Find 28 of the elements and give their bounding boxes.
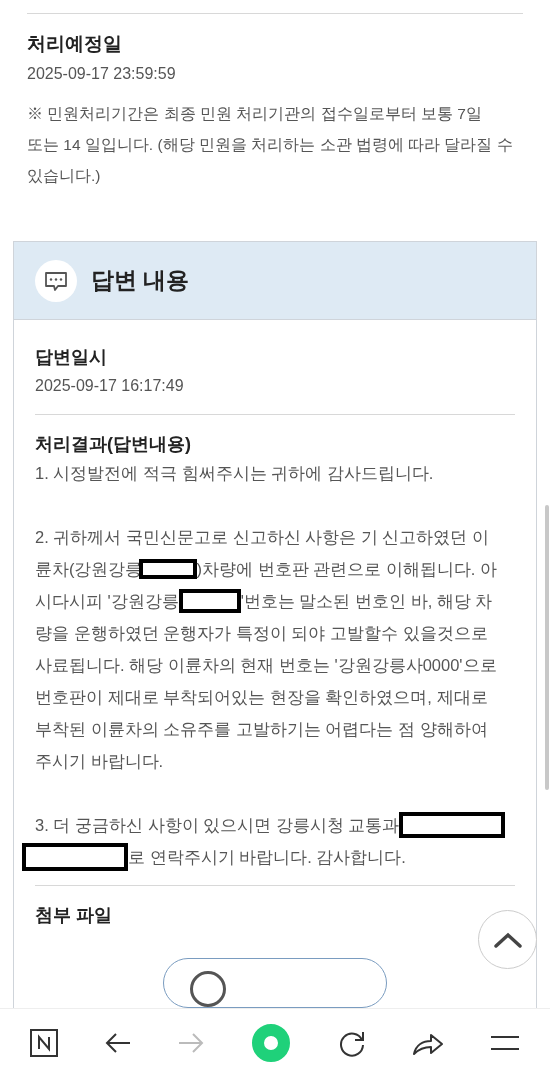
date-text: 2025-09-17 23:59:59	[27, 64, 177, 84]
answer-text: 2. 귀하께서 국민신문고로 신고하신 사항은 기 신고하였던 이	[35, 527, 489, 548]
redaction-box	[178, 589, 241, 613]
answer-text: 륜차(강원강릉	[35, 559, 143, 580]
back-arrow-icon[interactable]	[103, 1031, 132, 1055]
answer-text: 주시기 바랍니다.	[35, 751, 164, 772]
section-label: 처리결과(답변내용)	[35, 433, 192, 456]
redaction-box	[138, 559, 197, 579]
answer-text: 사료됩니다. 해당 이륜차의 현재 번호는 '강원강릉사0000'으로	[35, 655, 497, 676]
section-label: 답변일시	[35, 346, 108, 369]
chevron-up-icon	[492, 930, 523, 949]
section-label: 처리예정일	[27, 32, 123, 56]
answer-text: 부착된 이륜차의 소유주를 고발하기는 어렵다는 점 양해하여	[35, 719, 488, 740]
answer-text: 로 연락주시기 바랍니다. 감사합니다.	[128, 847, 406, 868]
answer-text: 번호판이 제대로 부착되어있는 현장을 확인하였으며, 제대로	[35, 687, 488, 708]
menu-icon[interactable]	[489, 1034, 520, 1052]
notice-text: ※ 민원처리기간은 최종 민원 처리기관의 접수일로부터 보통 7일 또는 14 일입니다. (해당 민원을 처리하는 소관 법령에 따라 달라질 수 있습니다.)	[27, 104, 514, 186]
section-label: 첨부 파일	[35, 904, 113, 927]
answer-text: 시다시피 '강원강릉	[35, 591, 179, 612]
n-logo-icon[interactable]	[30, 1029, 58, 1057]
chat-bubble-icon	[35, 259, 77, 302]
answer-text: '번호는 말소된 번호인 바, 해당 차	[240, 591, 493, 612]
answer-text: 1. 시정발전에 적극 힘써주시는 귀하에 감사드립니다.	[35, 463, 434, 484]
answer-text: )차량에 번호판 관련으로 이해됩니다. 아	[196, 559, 497, 580]
answer-text: 량을 운행하였던 운행자가 특정이 되야 고발할수 있을것으로	[35, 623, 488, 644]
answer-text: 3. 더 궁금하신 사항이 있으시면 강릉시청 교통과	[35, 815, 400, 836]
card-title: 답변 내용	[91, 266, 190, 296]
date-text: 2025-09-17 16:17:49	[35, 376, 185, 396]
